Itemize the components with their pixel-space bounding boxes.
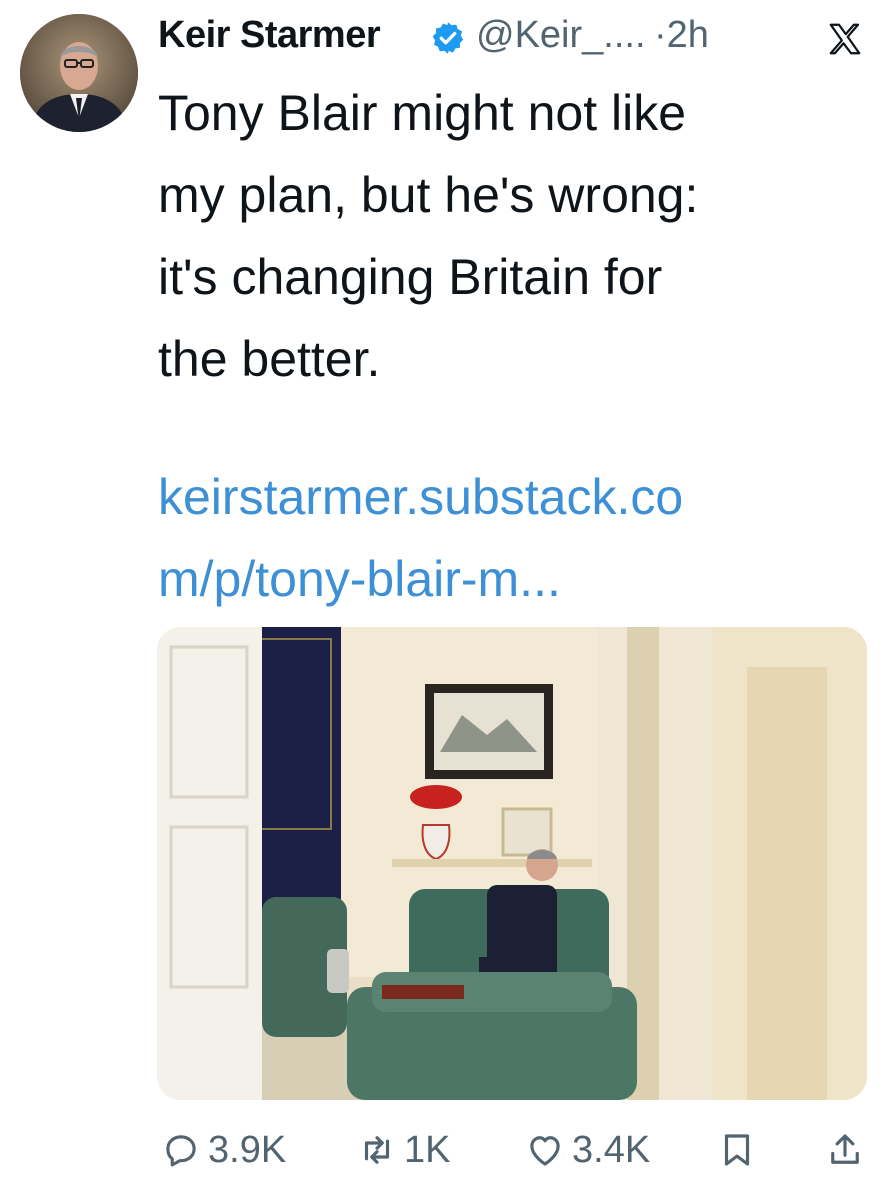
tweet-link[interactable]: keirstarmer.substack.co m/p/tony-blair-m… — [158, 456, 858, 620]
reply-button[interactable]: 3.9K — [160, 1124, 286, 1176]
bookmark-icon — [724, 1134, 750, 1166]
x-logo-icon — [829, 23, 861, 55]
reply-count: 3.9K — [208, 1128, 287, 1171]
photo-office-scene — [157, 627, 867, 1100]
tweet-media-image[interactable] — [157, 627, 867, 1100]
heart-icon — [530, 1136, 560, 1166]
repost-count: 1K — [404, 1128, 451, 1171]
author-name[interactable]: Keir Starmer — [158, 14, 381, 57]
repost-icon — [364, 1136, 390, 1164]
tweet-text: Tony Blair might not like my plan, but h… — [158, 85, 699, 387]
tweet-header: Keir Starmer @Keir_.... ·2h — [158, 10, 868, 62]
author-handle[interactable]: @Keir_.... — [476, 14, 646, 57]
reply-icon — [166, 1135, 196, 1167]
share-button[interactable] — [824, 1124, 866, 1176]
avatar[interactable] — [20, 14, 138, 132]
share-icon — [831, 1134, 859, 1164]
timestamp[interactable]: ·2h — [654, 14, 709, 57]
action-bar: 3.9K 1K 3.4K — [160, 1124, 868, 1176]
avatar-photo — [20, 14, 138, 132]
like-count: 3.4K — [572, 1128, 651, 1171]
repost-button[interactable]: 1K — [356, 1124, 450, 1176]
bookmark-button[interactable] — [716, 1124, 758, 1176]
like-button[interactable]: 3.4K — [524, 1124, 650, 1176]
verified-badge-icon — [432, 22, 464, 54]
